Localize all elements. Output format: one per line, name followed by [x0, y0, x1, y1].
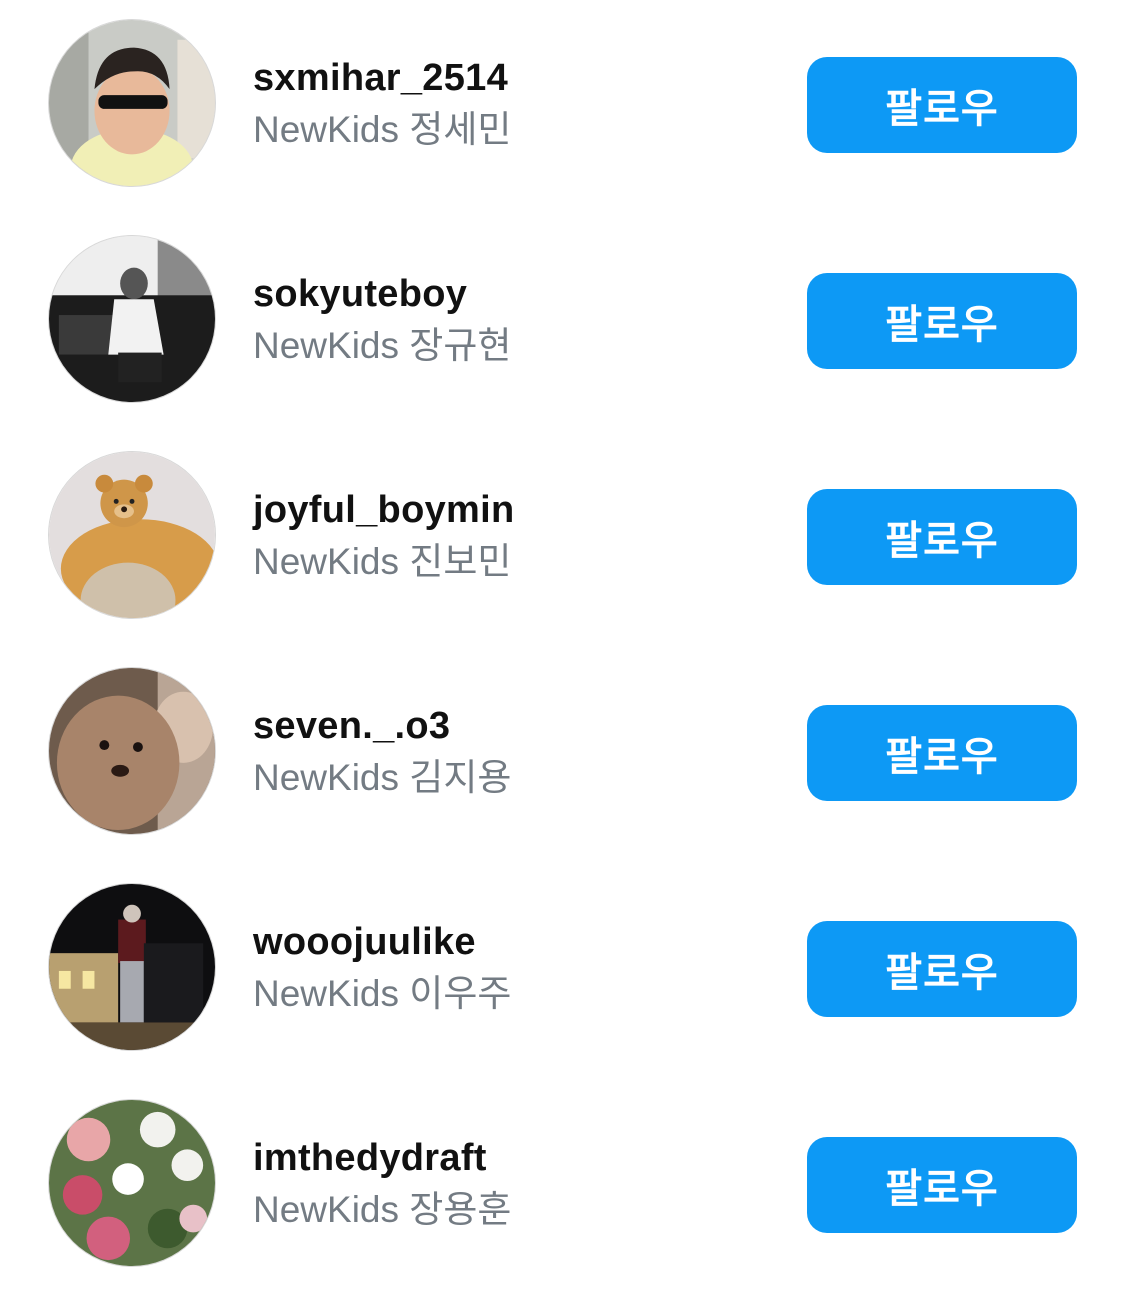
list-item: sokyuteboy NewKids 장규현 팔로우	[0, 235, 1125, 405]
follow-button[interactable]: 팔로우	[807, 1137, 1077, 1233]
avatar[interactable]	[48, 19, 216, 187]
follow-button[interactable]: 팔로우	[807, 57, 1077, 153]
follow-button[interactable]: 팔로우	[807, 705, 1077, 801]
list-item: seven._.o3 NewKids 김지용 팔로우	[0, 667, 1125, 837]
avatar[interactable]	[48, 883, 216, 1051]
username[interactable]: joyful_boymin	[253, 487, 514, 533]
follow-button[interactable]: 팔로우	[807, 273, 1077, 369]
username[interactable]: seven._.o3	[253, 703, 511, 749]
username[interactable]: wooojuulike	[253, 919, 511, 965]
avatar[interactable]	[48, 1099, 216, 1267]
display-name: NewKids 정세민	[253, 109, 512, 150]
follow-button[interactable]: 팔로우	[807, 489, 1077, 585]
avatar[interactable]	[48, 451, 216, 619]
avatar[interactable]	[48, 667, 216, 835]
username[interactable]: imthedydraft	[253, 1135, 511, 1181]
display-name: NewKids 진보민	[253, 541, 512, 582]
display-name: NewKids 장용훈	[253, 1189, 512, 1230]
list-item: joyful_boymin NewKids 진보민 팔로우	[0, 451, 1125, 621]
display-name: NewKids 장규현	[253, 325, 512, 366]
follow-button[interactable]: 팔로우	[807, 921, 1077, 1017]
avatar[interactable]	[48, 235, 216, 403]
list-item: imthedydraft NewKids 장용훈 팔로우	[0, 1099, 1125, 1269]
list-item: sxmihar_2514 NewKids 정세민 팔로우	[0, 19, 1125, 189]
follow-suggestion-list: sxmihar_2514 NewKids 정세민 팔로우 sokyuteboy …	[0, 0, 1125, 1316]
list-item: wooojuulike NewKids 이우주 팔로우	[0, 883, 1125, 1053]
username[interactable]: sxmihar_2514	[253, 55, 511, 101]
display-name: NewKids 김지용	[253, 757, 512, 798]
username[interactable]: sokyuteboy	[253, 271, 511, 317]
display-name: NewKids 이우주	[253, 973, 512, 1014]
